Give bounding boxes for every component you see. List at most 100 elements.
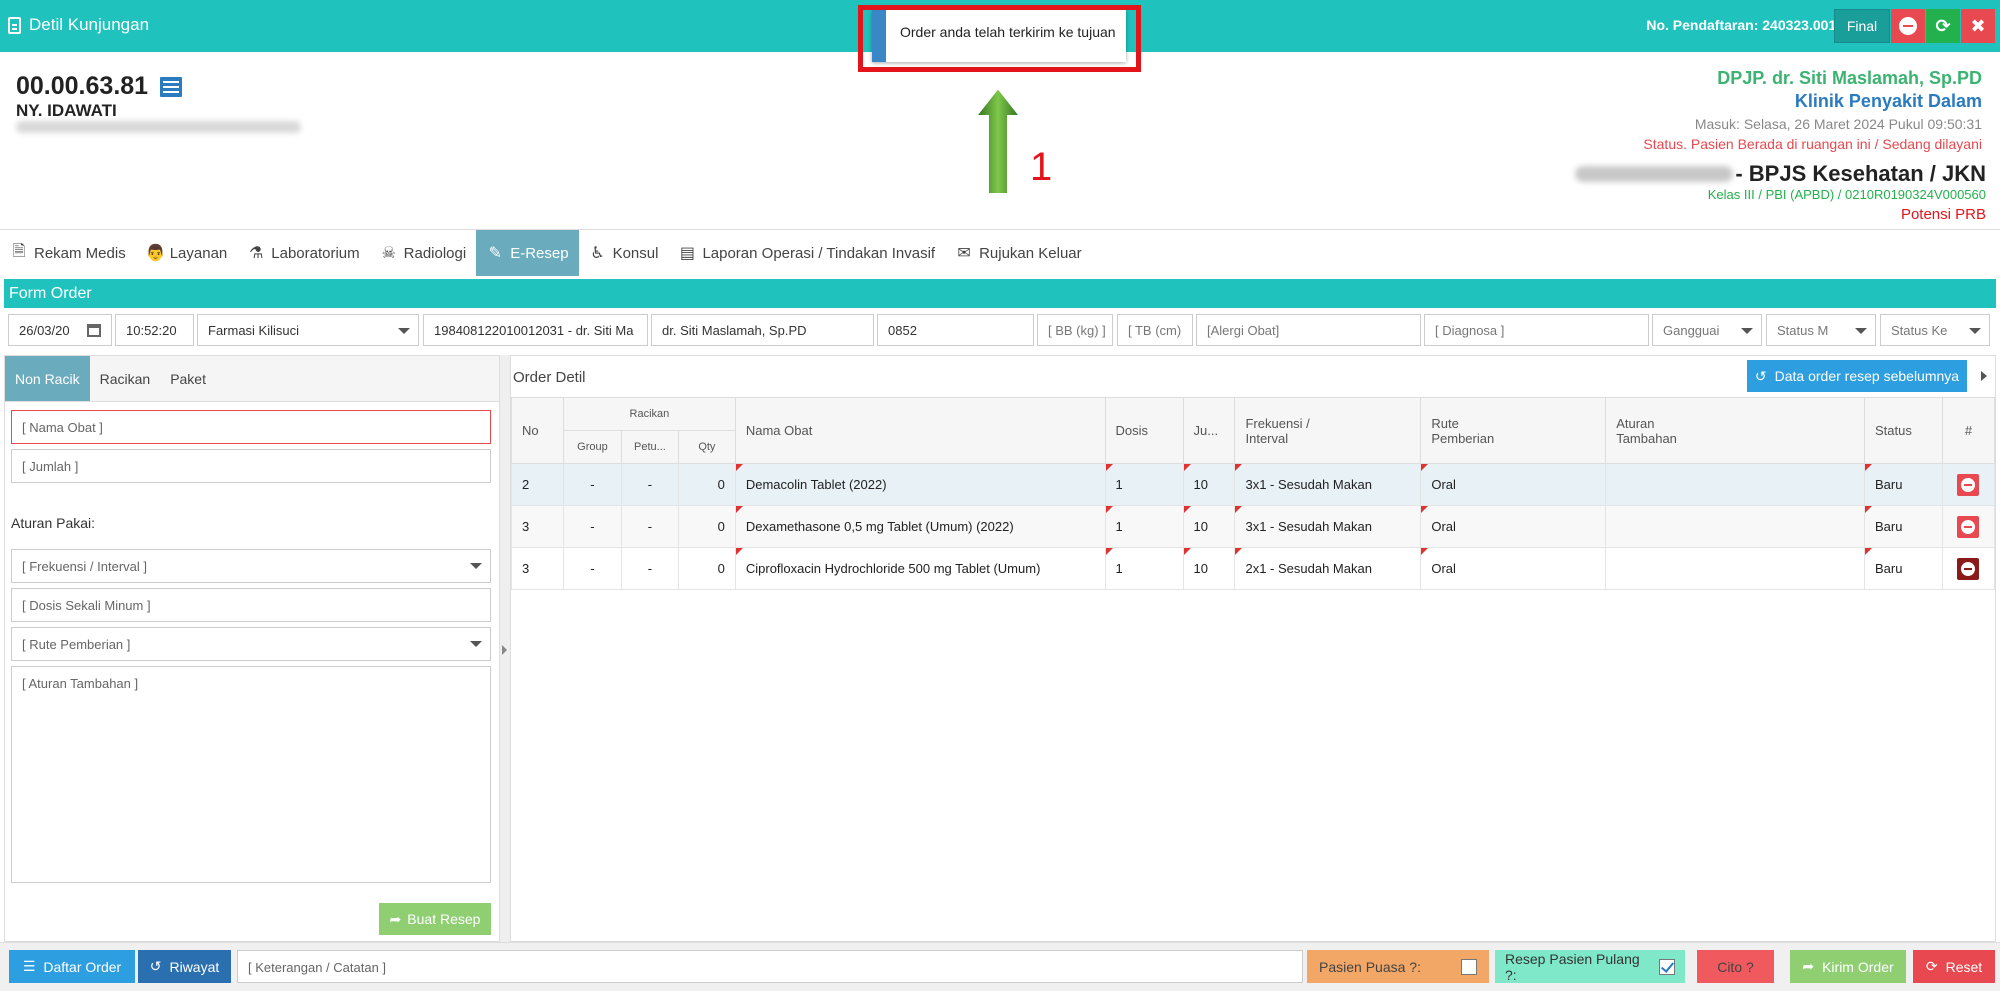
discharge-prescription-toggle[interactable]: Resep Pasien Pulang ?: xyxy=(1495,950,1685,983)
cell-dosis[interactable]: 1 xyxy=(1104,547,1184,590)
close-button[interactable]: ✖ xyxy=(1961,9,1995,43)
fasting-checkbox[interactable] xyxy=(1461,958,1477,975)
order-date-value: 26/03/20 xyxy=(19,323,70,338)
order-table: No Racikan Nama Obat Dosis Ju... Frekuen… xyxy=(511,397,1996,590)
col-frekuensi-line1: Frekuensi / xyxy=(1245,415,1310,431)
order-time-field[interactable]: 10:52:20 xyxy=(115,314,194,346)
tab-rujukan-keluar[interactable]: ✉ Rujukan Keluar xyxy=(945,230,1092,276)
cito-toggle[interactable]: Cito ? xyxy=(1697,950,1774,983)
tab-paket[interactable]: Paket xyxy=(160,356,216,401)
delete-row-button[interactable] xyxy=(1957,557,1980,580)
chevron-right-icon[interactable] xyxy=(1981,371,1987,381)
minimize-button[interactable] xyxy=(1891,9,1925,43)
tab-non-racik[interactable]: Non Racik xyxy=(5,356,90,401)
status-m-select[interactable]: Status M xyxy=(1766,314,1876,346)
col-status[interactable]: Status xyxy=(1863,397,1943,464)
cell-rute[interactable]: Oral xyxy=(1420,505,1607,548)
create-prescription-button[interactable]: ➦ Buat Resep xyxy=(379,903,491,935)
cell-aturan[interactable] xyxy=(1605,463,1865,506)
cell-frekuensi[interactable]: 3x1 - Sesudah Makan xyxy=(1234,463,1422,506)
clinic-name: Klinik Penyakit Dalam xyxy=(1794,91,1982,111)
patient-name: NY. IDAWATI xyxy=(16,101,117,120)
send-order-button[interactable]: ➦ Kirim Order xyxy=(1790,950,1906,983)
cell-dosis[interactable]: 1 xyxy=(1104,505,1184,548)
table-row[interactable]: 2 - - 0 Demacolin Tablet (2022) 1 10 3x1… xyxy=(511,463,1996,506)
notes-input[interactable]: [ Keterangan / Catatan ] xyxy=(237,950,1303,983)
reset-button[interactable]: ⟳ Reset xyxy=(1913,950,1995,983)
cell-jumlah[interactable]: 10 xyxy=(1182,505,1236,548)
height-field[interactable]: [ TB (cm) xyxy=(1117,314,1193,346)
dose-input[interactable]: [ Dosis Sekali Minum ] xyxy=(11,588,491,622)
delete-row-button[interactable] xyxy=(1957,473,1980,496)
tab-konsul[interactable]: ♿ Konsul xyxy=(579,230,669,276)
allergy-field[interactable]: [Alergi Obat] xyxy=(1196,314,1421,346)
tab-laboratorium[interactable]: ⚗ Laboratorium xyxy=(237,230,369,276)
delete-row-button[interactable] xyxy=(1957,515,1980,538)
col-rute[interactable]: Rute Pemberian xyxy=(1420,397,1607,464)
order-detail-title: Order Detil xyxy=(513,369,586,386)
col-nama-obat[interactable]: Nama Obat xyxy=(734,397,1106,464)
doctor-id-field[interactable]: 198408122010012031 - dr. Siti Ma xyxy=(423,314,648,346)
tab-layanan[interactable]: 👨 Layanan xyxy=(136,230,238,276)
panel-collapse-handle[interactable] xyxy=(500,355,510,942)
medical-record-number: 00.00.63.81 xyxy=(16,72,183,101)
previous-orders-button[interactable]: ↺ Data order resep sebelumnya xyxy=(1747,360,1967,392)
cell-nama-obat[interactable]: Dexamethasone 0,5 mg Tablet (Umum) (2022… xyxy=(734,505,1106,548)
cell-dosis[interactable]: 1 xyxy=(1104,463,1184,506)
order-list-button[interactable]: ☰ Daftar Order xyxy=(9,950,135,983)
cell-jumlah[interactable]: 10 xyxy=(1182,463,1236,506)
tab-label: Konsul xyxy=(612,244,659,262)
cell-rute[interactable]: Oral xyxy=(1420,547,1607,590)
tab-racikan[interactable]: Racikan xyxy=(90,356,161,401)
table-row[interactable]: 3 - - 0 Ciprofloxacin Hydrochloride 500 … xyxy=(511,547,1996,590)
drug-name-input[interactable]: [ Nama Obat ] xyxy=(11,410,491,444)
order-date-field[interactable]: 26/03/20 xyxy=(8,314,112,346)
col-dosis[interactable]: Dosis xyxy=(1104,397,1184,464)
registration-number: No. Pendaftaran: 240323.0016 xyxy=(1646,17,1844,33)
frequency-select[interactable]: [ Frekuensi / Interval ] xyxy=(11,549,491,583)
list-icon[interactable] xyxy=(160,76,183,97)
tab-label: Laboratorium xyxy=(271,244,360,262)
weight-field[interactable]: [ BB (kg) ] xyxy=(1037,314,1113,346)
chevron-down-icon xyxy=(398,328,410,334)
window-title-text: Detil Kunjungan xyxy=(29,15,150,34)
cell-aturan[interactable] xyxy=(1605,505,1865,548)
table-row[interactable]: 3 - - 0 Dexamethasone 0,5 mg Tablet (Umu… xyxy=(511,505,1996,548)
diagnosis-field[interactable]: [ Diagnosa ] xyxy=(1424,314,1649,346)
cell-jumlah[interactable]: 10 xyxy=(1182,547,1236,590)
cell-frekuensi[interactable]: 3x1 - Sesudah Makan xyxy=(1234,505,1422,548)
tab-radiologi[interactable]: ☠ Radiologi xyxy=(370,230,477,276)
cell-petunjuk: - xyxy=(620,505,679,548)
cell-aturan[interactable] xyxy=(1605,547,1865,590)
gangguan-select[interactable]: Gangguai xyxy=(1652,314,1762,346)
col-frekuensi[interactable]: Frekuensi / Interval xyxy=(1234,397,1422,464)
minus-circle-icon xyxy=(1899,17,1917,35)
prb-potential: Potensi PRB xyxy=(1900,206,1986,223)
route-select[interactable]: [ Rute Pemberian ] xyxy=(11,627,491,661)
discharge-checkbox[interactable] xyxy=(1659,958,1675,975)
pharmacy-select[interactable]: Farmasi Kilisuci xyxy=(197,314,419,346)
fasting-toggle[interactable]: Pasien Puasa ?: xyxy=(1307,950,1489,983)
final-button[interactable]: Final xyxy=(1834,9,1890,43)
tab-e-resep[interactable]: ✎ E-Resep xyxy=(476,230,579,276)
calendar-icon[interactable] xyxy=(87,324,101,337)
quantity-input[interactable]: [ Jumlah ] xyxy=(11,449,491,483)
tab-label: E-Resep xyxy=(510,244,569,262)
cell-rute[interactable]: Oral xyxy=(1420,463,1607,506)
status-k-select[interactable]: Status Ke xyxy=(1880,314,1990,346)
tab-laporan-operasi[interactable]: ▤ Laporan Operasi / Tindakan Invasif xyxy=(668,230,945,276)
tab-rekam-medis[interactable]: 🗎 Rekam Medis xyxy=(0,230,136,276)
cell-nama-obat[interactable]: Ciprofloxacin Hydrochloride 500 mg Table… xyxy=(734,547,1106,590)
col-aturan[interactable]: Aturan Tambahan xyxy=(1605,397,1865,464)
doctor-name-field[interactable]: dr. Siti Maslamah, Sp.PD xyxy=(651,314,874,346)
refresh-button[interactable]: ⟳ xyxy=(1926,9,1960,43)
history-button[interactable]: ↺ Riwayat xyxy=(138,950,231,983)
tab-label: Rekam Medis xyxy=(34,244,126,262)
cell-frekuensi[interactable]: 2x1 - Sesudah Makan xyxy=(1234,547,1422,590)
phone-field[interactable]: 0852 xyxy=(877,314,1034,346)
col-no: No xyxy=(511,397,564,464)
col-rute-line2: Pemberian xyxy=(1431,430,1495,446)
cell-nama-obat[interactable]: Demacolin Tablet (2022) xyxy=(734,463,1106,506)
col-jumlah[interactable]: Ju... xyxy=(1182,397,1236,464)
additional-rules-textarea[interactable]: [ Aturan Tambahan ] xyxy=(11,666,491,883)
